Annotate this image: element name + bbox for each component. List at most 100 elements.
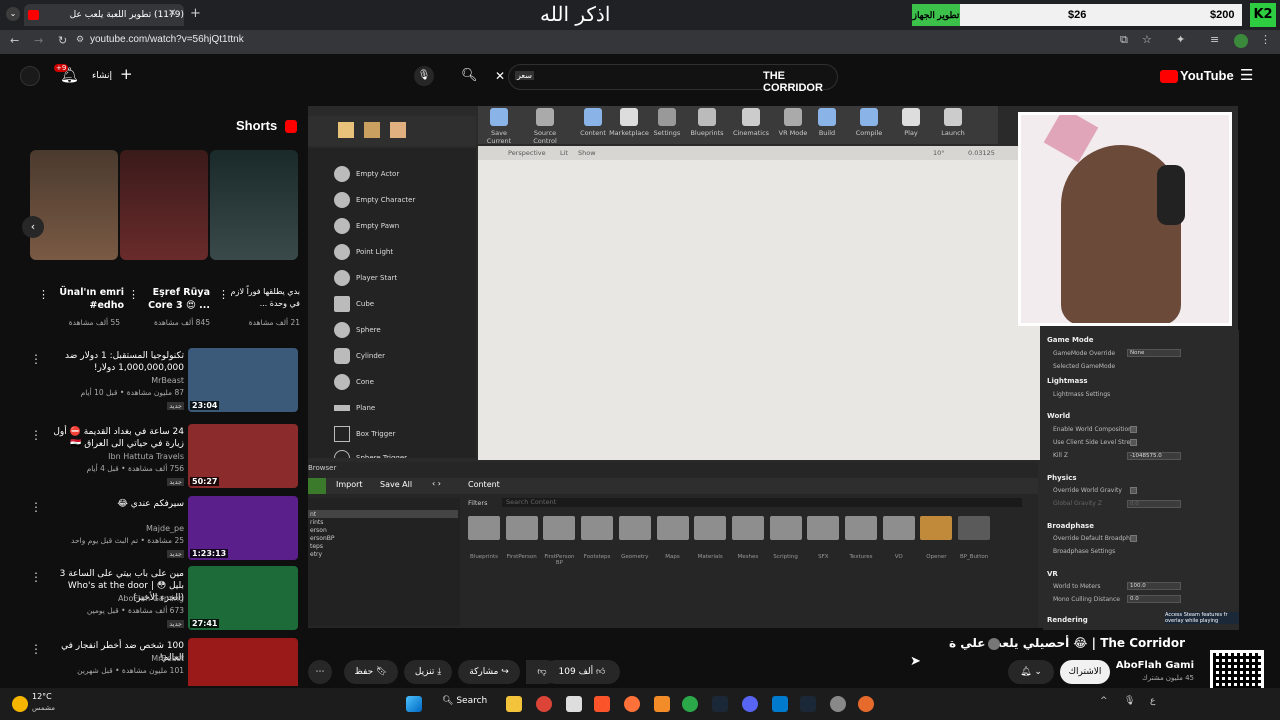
video-list-item[interactable]: 27:41 مين على باب بيتي على الساعة 3 بليل…: [0, 566, 306, 634]
ue-viewport[interactable]: [478, 146, 1040, 460]
ue-paint-icon[interactable]: [390, 122, 406, 138]
ue-mode-item[interactable]: Cylinder: [332, 344, 472, 368]
clear-search-icon[interactable]: ✕: [495, 69, 505, 83]
browser-menu-icon[interactable]: ⋮: [1260, 33, 1271, 46]
forward-icon[interactable]: →: [34, 34, 43, 47]
content-folder-icon[interactable]: [618, 516, 651, 540]
save-all-button[interactable]: Save All: [380, 480, 412, 489]
world-composition-checkbox[interactable]: [1130, 426, 1137, 433]
ue-marketplace-button[interactable]: Marketplace: [608, 108, 650, 137]
ue-save-current-button[interactable]: Save Current: [478, 108, 520, 145]
viewport-scale-snap[interactable]: 0.03125: [968, 149, 995, 157]
content-folder-icon[interactable]: [505, 516, 538, 540]
taskbar-search[interactable]: 🔍︎ Search: [442, 696, 487, 706]
history-arrows-icon[interactable]: ‹ ›: [432, 479, 441, 488]
weather-sun-icon[interactable]: [12, 696, 28, 712]
brave-icon[interactable]: [594, 696, 610, 712]
video-thumbnail[interactable]: 23:04: [188, 348, 298, 412]
install-icon[interactable]: ⧉: [1120, 33, 1128, 47]
game-mode-dropdown[interactable]: None: [1127, 349, 1181, 357]
microphone-icon[interactable]: 🎙︎: [414, 66, 434, 86]
section-world[interactable]: World: [1047, 412, 1070, 420]
kill-z-input[interactable]: -1048575.0: [1127, 452, 1181, 460]
viewport-show[interactable]: Show: [578, 149, 596, 157]
ue-foliage-icon[interactable]: [364, 122, 380, 138]
content-folder-icon[interactable]: [958, 516, 991, 540]
ue-settings-button[interactable]: Settings: [646, 108, 688, 137]
ue-geometry-icon[interactable]: [338, 122, 354, 138]
broadphase-checkbox[interactable]: [1130, 535, 1137, 542]
ue-source-control-button[interactable]: Source Control: [524, 108, 566, 145]
video-kebab-icon[interactable]: ⋮: [30, 428, 42, 442]
section-broadphase[interactable]: Broadphase: [1047, 522, 1094, 530]
import-button[interactable]: Import: [336, 480, 363, 489]
steam-icon[interactable]: [712, 696, 728, 712]
ue-build-button[interactable]: Build: [806, 108, 848, 137]
video-thumbnail[interactable]: 50:27: [188, 424, 298, 488]
video-list-item[interactable]: 50:27 24 ساعة في بغداد القديمة ⛔ أول زيا…: [0, 424, 306, 492]
back-icon[interactable]: ←: [10, 34, 19, 47]
content-folder-icon[interactable]: [731, 516, 764, 540]
video-list-item[interactable]: 100 شخص ضد أخطر انفجار في العالم! MrBeas…: [0, 638, 306, 686]
browser-tab[interactable]: (1179) تطوير اللعبة يلعب عل: [24, 4, 184, 26]
more-actions-button[interactable]: ⋯: [308, 660, 332, 684]
video-kebab-icon[interactable]: ⋮: [30, 570, 42, 584]
video-title[interactable]: 24 ساعة في بغداد القديمة ⛔ أول زيارة في …: [44, 426, 184, 450]
input-language[interactable]: ع: [1150, 696, 1155, 706]
windows-start-icon[interactable]: [406, 696, 422, 712]
ue-compile-button[interactable]: Compile: [848, 108, 890, 137]
short-kebab-icon[interactable]: ⋮: [218, 288, 229, 301]
video-list-item[interactable]: 1:23:13 سيرفكم عندي 😂 Majde_pe 25 مشاهدة…: [0, 496, 306, 564]
world-to-meters-input[interactable]: 100.0: [1127, 582, 1181, 590]
video-kebab-icon[interactable]: ⋮: [30, 352, 42, 366]
ue-mode-item[interactable]: Point Light: [332, 240, 472, 264]
url-field[interactable]: youtube.com/watch?v=56hjQt1ttnk: [90, 34, 244, 45]
section-game-mode[interactable]: Game Mode: [1047, 336, 1093, 344]
video-kebab-icon[interactable]: ⋮: [30, 642, 42, 656]
share-button[interactable]: مشاركة ↪: [458, 660, 520, 684]
ue-mode-item[interactable]: Player Start: [332, 266, 472, 290]
close-tab-icon[interactable]: ✕: [168, 8, 176, 19]
ue-mode-item[interactable]: Sphere: [332, 318, 472, 342]
profile-avatar[interactable]: [1234, 34, 1248, 48]
video-channel[interactable]: AboFlah Gaming: [118, 594, 184, 603]
tray-expand-icon[interactable]: ^: [1100, 696, 1108, 706]
extensions-icon[interactable]: ✦: [1176, 33, 1185, 46]
dislike-button[interactable]: 👎︎: [526, 660, 558, 684]
content-folder-icon[interactable]: [656, 516, 689, 540]
firefox-icon[interactable]: [624, 696, 640, 712]
ue-mode-item[interactable]: Empty Actor: [332, 162, 472, 186]
video-title[interactable]: سيرفكم عندي 😂: [44, 498, 184, 510]
ue-mode-item[interactable]: Cube: [332, 292, 472, 316]
search-box[interactable]: 🔍︎ ✕ سعر THE CORRIDOR: [461, 64, 838, 94]
file-explorer-icon[interactable]: [506, 696, 522, 712]
ue-cinematics-button[interactable]: Cinematics: [730, 108, 772, 137]
bookmark-star-icon[interactable]: ☆: [1142, 33, 1152, 46]
shorts-prev-arrow-icon[interactable]: ‹: [22, 216, 44, 238]
steam-alt-icon[interactable]: [800, 696, 816, 712]
vlc-icon[interactable]: [654, 696, 670, 712]
create-button[interactable]: إنشاء +: [92, 65, 140, 86]
discord-icon[interactable]: [742, 696, 758, 712]
weather-temp[interactable]: 12°C: [32, 692, 52, 701]
new-tab-icon[interactable]: +: [190, 6, 201, 21]
vscode-icon[interactable]: [772, 696, 788, 712]
ue-mode-item[interactable]: Empty Pawn: [332, 214, 472, 238]
app-icon[interactable]: [858, 696, 874, 712]
search-icon[interactable]: 🔍︎: [461, 68, 478, 83]
gravity-input[interactable]: 0.0: [1127, 500, 1181, 508]
add-new-button[interactable]: [308, 478, 326, 494]
section-lightmass[interactable]: Lightmass: [1047, 377, 1088, 385]
channel-name[interactable]: AboFlah Gami: [1116, 660, 1194, 671]
viewport-perspective[interactable]: Perspective: [508, 149, 546, 157]
account-avatar[interactable]: [20, 66, 40, 86]
content-folder-icon[interactable]: [920, 516, 953, 540]
ue-mode-item[interactable]: Sphere Trigger: [332, 446, 472, 458]
video-list-item[interactable]: 23:04 تكنولوجيا المستقبل: 1 دولار ضد 1,0…: [0, 348, 306, 416]
short-thumb[interactable]: [210, 150, 298, 260]
ue-play-button[interactable]: Play: [890, 108, 932, 137]
store-icon[interactable]: [566, 696, 582, 712]
content-folder-icon[interactable]: [468, 516, 500, 540]
content-folder-icon[interactable]: [543, 516, 576, 540]
video-channel[interactable]: MrBeast: [151, 376, 184, 385]
